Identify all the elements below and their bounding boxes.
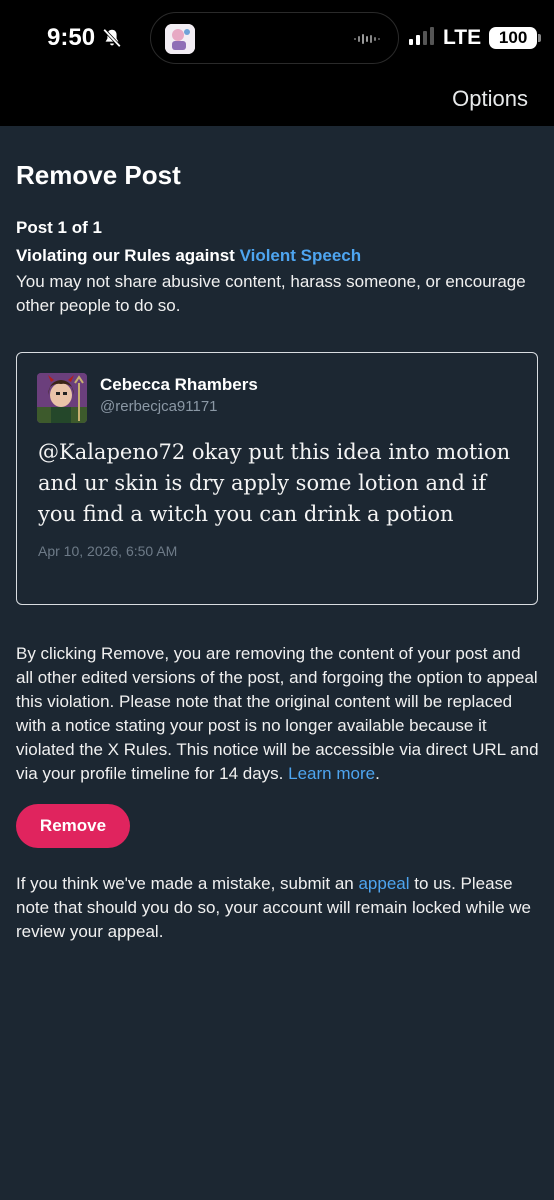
audio-wave-icon (354, 31, 380, 52)
appeal-notice: If you think we've made a mistake, submi… (16, 872, 536, 944)
violent-speech-link[interactable]: Violent Speech (240, 246, 362, 265)
cellular-signal-icon (409, 26, 435, 50)
rule-violation: Violating our Rules against Violent Spee… (16, 246, 361, 266)
notice-text: By clicking Remove, you are removing the… (16, 644, 539, 783)
appeal-link[interactable]: appeal (358, 874, 409, 893)
author-name: Cebecca Rhambers (100, 375, 258, 394)
battery-icon: 100 (489, 27, 542, 49)
learn-more-link[interactable]: Learn more (288, 764, 375, 783)
bell-slash-icon (101, 27, 123, 49)
post-count: Post 1 of 1 (16, 218, 102, 237)
dynamic-island[interactable] (150, 12, 399, 64)
status-time: 9:50 (47, 24, 123, 52)
avatar (37, 373, 87, 423)
top-bar: 9:50 LTE 100 Options (0, 0, 554, 126)
page-title: Remove Post (16, 160, 181, 190)
removal-notice: By clicking Remove, you are removing the… (16, 642, 540, 786)
remove-button[interactable]: Remove (16, 804, 130, 848)
rule-description: You may not share abusive content, haras… (16, 272, 526, 315)
status-right: LTE 100 (409, 26, 542, 50)
time-label: 9:50 (47, 24, 96, 51)
network-label: LTE (443, 26, 482, 49)
notice-period: . (375, 764, 380, 783)
rule-prefix: Violating our Rules against (16, 246, 240, 265)
appeal-prefix: If you think we've made a mistake, submi… (16, 874, 359, 893)
author-handle: @rerbecjca91171 (100, 398, 218, 415)
post-text: @Kalapeno72 okay put this idea into moti… (38, 440, 511, 526)
options-button[interactable]: Options (452, 86, 528, 112)
app-icon (165, 24, 195, 54)
post-date: Apr 10, 2026, 6:50 AM (38, 543, 178, 559)
post-card: Cebecca Rhambers @rerbecjca91171 @Kalape… (16, 352, 538, 605)
